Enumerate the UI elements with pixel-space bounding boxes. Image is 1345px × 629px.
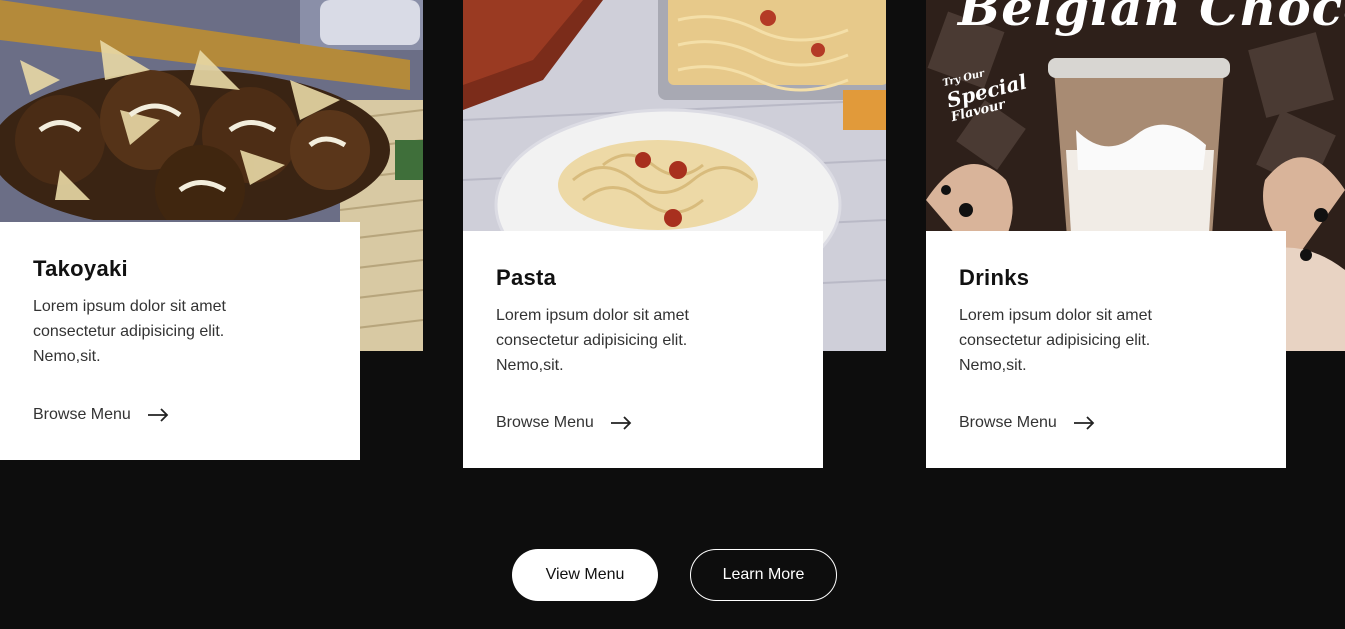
arrow-right-icon (1073, 416, 1095, 430)
browse-menu-link[interactable]: Browse Menu (959, 414, 1095, 432)
card-description: Lorem ipsum dolor sit amet consectetur a… (496, 307, 689, 374)
browse-menu-label: Browse Menu (496, 414, 594, 431)
arrow-right-icon (610, 416, 632, 430)
browse-menu-link[interactable]: Browse Menu (496, 414, 632, 432)
menu-card-takoyaki: Takoyaki Lorem ipsum dolor sit amet cons… (0, 222, 360, 460)
card-title: Pasta (496, 265, 557, 290)
arrow-right-icon (147, 408, 169, 422)
promo-headline: Belgian Choco (958, 0, 1345, 37)
card-title: Takoyaki (33, 256, 128, 281)
menu-card-drinks: Drinks Lorem ipsum dolor sit amet consec… (926, 231, 1286, 468)
browse-menu-link[interactable]: Browse Menu (33, 406, 169, 424)
menu-card-pasta: Pasta Lorem ipsum dolor sit amet consect… (463, 231, 823, 468)
browse-menu-label: Browse Menu (959, 414, 1057, 431)
card-description: Lorem ipsum dolor sit amet consectetur a… (959, 307, 1152, 374)
card-title: Drinks (959, 265, 1030, 290)
browse-menu-label: Browse Menu (33, 406, 131, 423)
view-menu-button[interactable]: View Menu (512, 549, 658, 601)
card-description: Lorem ipsum dolor sit amet consectetur a… (33, 298, 226, 365)
learn-more-button[interactable]: Learn More (690, 549, 837, 601)
